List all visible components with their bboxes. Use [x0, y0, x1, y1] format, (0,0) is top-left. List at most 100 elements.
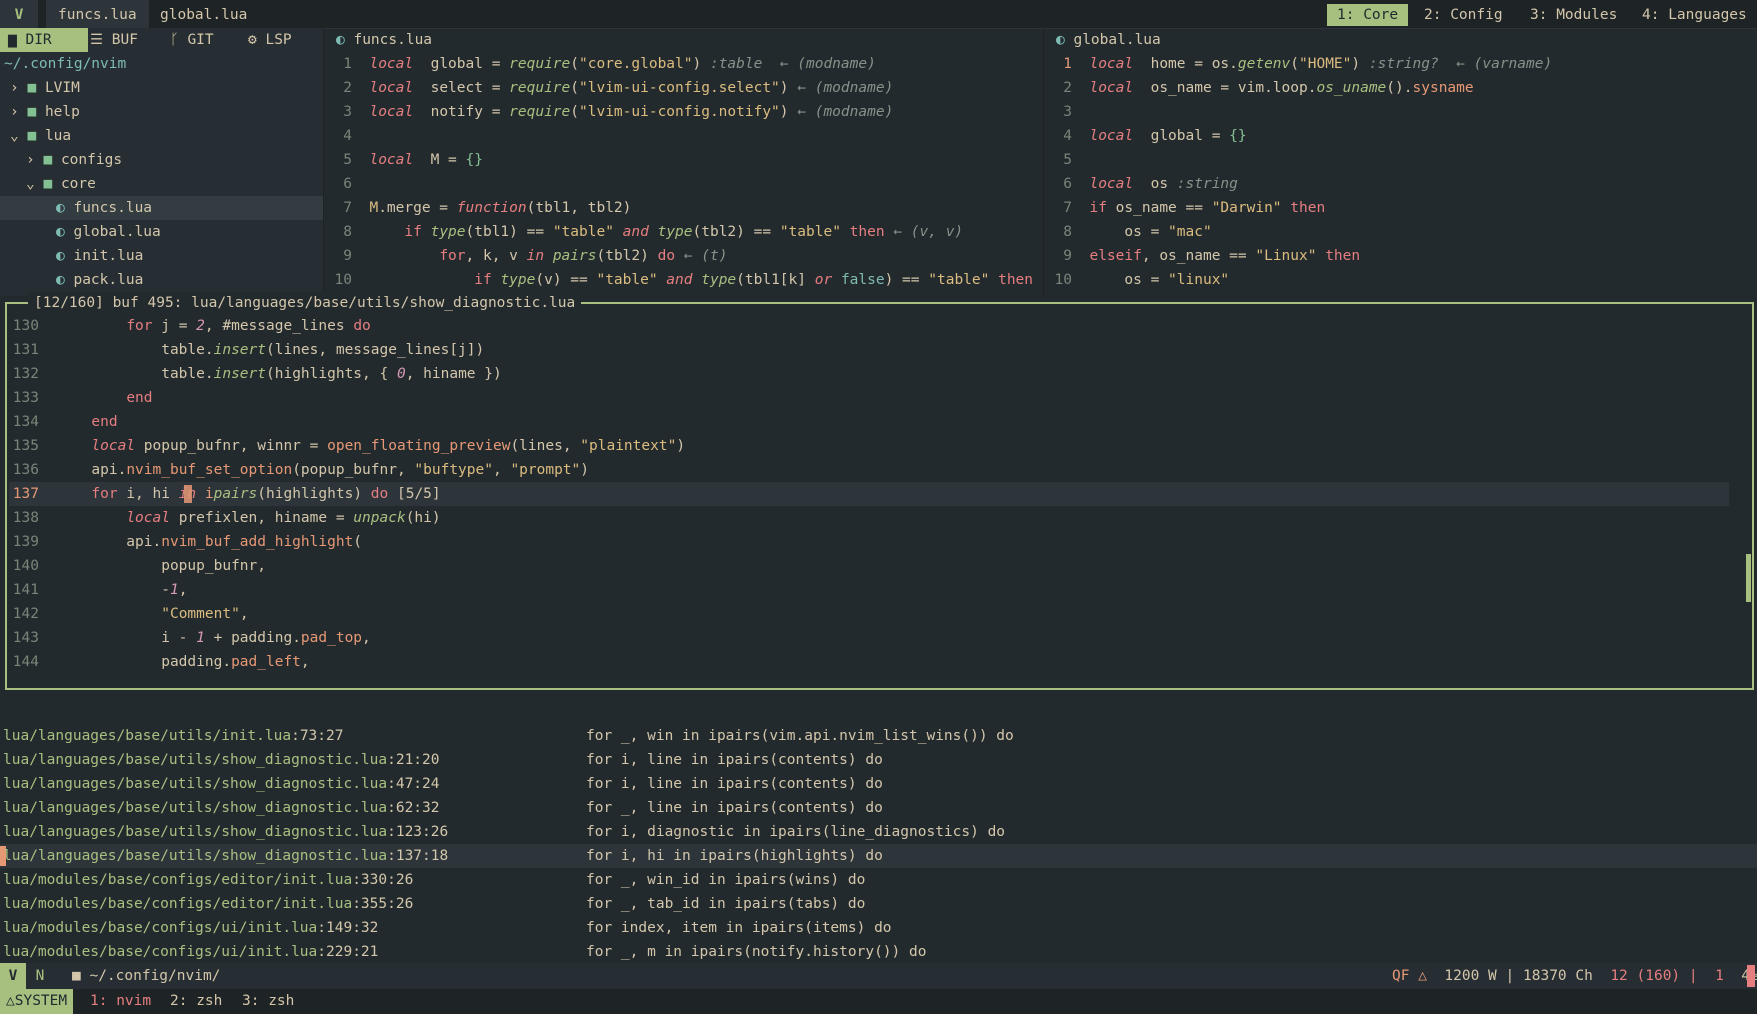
code-token: (tbl2) ==: [692, 224, 780, 240]
split-divider[interactable]: [323, 28, 324, 296]
tree-item-configs[interactable]: › ■ configs: [26, 148, 122, 172]
code-token: for: [439, 248, 466, 264]
code-token: then: [1281, 200, 1326, 216]
tmux-window-zsh[interactable]: 2: zsh: [170, 989, 222, 1014]
buffer-preview-float[interactable]: 130 for j = 2, #message_lines do 131 tabl…: [5, 302, 1754, 690]
code-token: ): [779, 104, 798, 120]
code-token: (: [353, 534, 363, 550]
tmux-window-nvim[interactable]: 1: nvim: [90, 989, 151, 1014]
left-code-editor[interactable]: 1 local global = require("core.global") …: [330, 52, 1042, 296]
code-token: ) ==: [884, 272, 929, 288]
code-token: home = os.: [1133, 56, 1238, 72]
code-token: (: [1290, 56, 1300, 72]
tmux-session[interactable]: △SYSTEM: [0, 989, 74, 1014]
workspace-tab-config[interactable]: 2: Config: [1414, 4, 1513, 26]
tree-item-global[interactable]: ◐ global.lua: [56, 220, 161, 244]
quickfix-text: for _, line in ipairs(contents) do: [586, 800, 883, 816]
lua-file-icon: ◐: [56, 272, 65, 288]
quickfix-item[interactable]: lua/languages/base/utils/show_diagnostic…: [0, 796, 1757, 820]
line-number: 132: [12, 366, 39, 382]
code-token: "table": [596, 272, 658, 288]
code-line: 133 end: [9, 386, 1729, 410]
right-code-editor[interactable]: 1 local home = os.getenv("HOME") :string…: [1050, 52, 1757, 296]
quickfix-text: for i, hi in ipairs(highlights) do: [586, 848, 883, 864]
code-token: -: [56, 582, 170, 598]
buffer-tab-global[interactable]: global.lua: [148, 0, 259, 28]
tree-item-core[interactable]: ⌄ ■ core: [26, 172, 96, 196]
quickfix-item[interactable]: lua/modules/base/configs/editor/init.lua…: [0, 868, 1757, 892]
line-number: 142: [12, 606, 39, 622]
chevron-right-icon: ›: [10, 80, 19, 96]
code-token: for: [126, 318, 153, 334]
code-token: {}: [465, 152, 483, 168]
quickfix-item[interactable]: lua/modules/base/configs/ui/init.lua:149…: [0, 916, 1757, 940]
tree-root[interactable]: ~/.config/nvim: [4, 52, 126, 76]
split-divider[interactable]: [1043, 28, 1044, 296]
code-line: 132 table.insert(highlights, { 0, hiname…: [9, 362, 1729, 386]
code-token: local: [91, 438, 136, 454]
line-number: 138: [12, 510, 39, 526]
lua-file-icon: ◐: [56, 224, 65, 240]
code-token: j =: [152, 318, 197, 334]
line-number: 3: [343, 104, 352, 120]
left-pane-title: ◐ funcs.lua: [336, 32, 433, 48]
tree-item-lua[interactable]: ⌄ ■ lua: [10, 124, 71, 148]
quickfix-item[interactable]: lua/languages/base/utils/show_diagnostic…: [0, 820, 1757, 844]
quickfix-item[interactable]: lua/languages/base/utils/show_diagnostic…: [0, 748, 1757, 772]
quickfix-item[interactable]: lua/languages/base/utils/show_diagnostic…: [0, 772, 1757, 796]
quickfix-item[interactable]: lua/languages/base/utils/init.lua:73:27 f…: [0, 724, 1757, 748]
gears-icon: ⚙: [248, 32, 257, 48]
code-token: os_name ==: [1106, 200, 1212, 216]
code-token: local: [126, 510, 170, 526]
quickfix-text: for i, line in ipairs(contents) do: [586, 776, 883, 792]
scrollbar-thumb[interactable]: [1746, 554, 1751, 602]
line-number: 130: [12, 318, 39, 334]
code-token: (: [570, 80, 579, 96]
line-number: 143: [12, 630, 39, 646]
quickfix-list[interactable]: lua/languages/base/utils/init.lua:73:27 f…: [0, 724, 1757, 964]
quickfix-item[interactable]: lua/modules/base/configs/ui/init.lua:229…: [0, 940, 1757, 964]
tree-item-pack[interactable]: ◐ pack.lua: [56, 268, 143, 292]
code-token: (tbl1[k]: [736, 272, 815, 288]
sidebar-tab-dir[interactable]: ▆ DIR: [0, 28, 88, 52]
workspace-tab-languages[interactable]: 4: Languages: [1632, 4, 1757, 26]
sidebar-tab-lsp[interactable]: ⚙ LSP: [240, 28, 300, 52]
line-number: 133: [12, 390, 39, 406]
code-token: do: [370, 486, 389, 502]
code-line: 4 local global = {}: [1050, 124, 1757, 148]
code-token: notify =: [413, 104, 510, 120]
tree-item-funcs[interactable]: ◐ funcs.lua: [0, 196, 323, 220]
line-number: 144: [12, 654, 39, 670]
tree-item-init[interactable]: ◐ init.lua: [56, 244, 143, 268]
tmux-window-zsh-2[interactable]: 3: zsh: [242, 989, 294, 1014]
quickfix-item[interactable]: lua/modules/base/configs/editor/init.lua…: [0, 892, 1757, 916]
code-token: and: [613, 224, 658, 240]
code-line: 7 M.merge = function(tbl1, tbl2): [330, 196, 1042, 220]
workspace-tab-core[interactable]: 1: Core: [1327, 4, 1409, 26]
code-line: 1 local home = os.getenv("HOME") :string…: [1050, 52, 1757, 76]
buffer-tab-funcs[interactable]: funcs.lua: [46, 0, 149, 28]
code-token: type: [657, 224, 693, 240]
code-token: api.: [56, 534, 162, 550]
tree-item-help[interactable]: › ■ help: [10, 100, 80, 124]
sidebar-tab-buf[interactable]: ☰ BUF: [82, 28, 146, 52]
code-token: pairs: [552, 248, 597, 264]
code-line: 136 api.nvim_buf_set_option(popup_bufnr,…: [9, 458, 1729, 482]
code-token: ,: [300, 654, 310, 670]
workspace-tab-modules[interactable]: 3: Modules: [1520, 4, 1627, 26]
code-line: 2 local select = require("lvim-ui-config…: [330, 76, 1042, 100]
code-token: 1: [196, 630, 205, 646]
quickfix-text: for i, line in ipairs(contents) do: [586, 752, 883, 768]
line-number: 141: [12, 582, 39, 598]
quickfix-item[interactable]: lua/languages/base/utils/show_diagnostic…: [0, 844, 1757, 868]
code-line: 139 api.nvim_buf_add_highlight(: [9, 530, 1729, 554]
lua-file-icon: ◐: [56, 200, 65, 216]
quickfix-location: :149:32: [317, 920, 379, 936]
quickfix-location: :330:26: [352, 872, 414, 888]
code-line: 137 for i, hi in ipairs(highlights) do […: [9, 482, 1729, 506]
code-token: os =: [1089, 224, 1169, 240]
sidebar-tab-git[interactable]: ᚴ GIT: [162, 28, 222, 52]
code-line: 8 if type(tbl1) == "table" and type(tbl2…: [330, 220, 1042, 244]
tree-item-lvim[interactable]: › ■ LVIM: [10, 76, 80, 100]
